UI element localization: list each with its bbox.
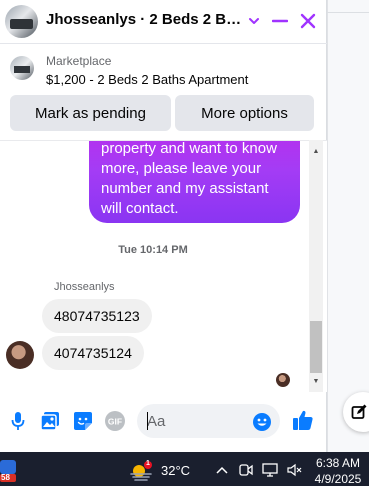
thumbs-up-icon[interactable] bbox=[292, 409, 314, 431]
weather-badge: 1 bbox=[146, 460, 150, 467]
listing-actions: Mark as pending More options bbox=[0, 92, 327, 136]
compose-icon bbox=[351, 404, 367, 419]
chat-window: Jhosseanlys · 2 Beds 2 Bat… Marketplace … bbox=[0, 0, 327, 452]
sticker-icon[interactable] bbox=[72, 410, 94, 432]
photo-icon[interactable] bbox=[39, 410, 61, 432]
chat-header: Jhosseanlys · 2 Beds 2 Bat… bbox=[0, 0, 327, 44]
clock-date[interactable]: 4/9/2025 bbox=[310, 472, 366, 486]
chevron-down-icon[interactable] bbox=[242, 9, 266, 33]
chat-title[interactable]: Jhosseanlys · 2 Beds 2 Bat… bbox=[46, 11, 246, 28]
close-icon[interactable] bbox=[296, 9, 320, 33]
message-composer: GIF bbox=[0, 398, 327, 446]
system-taskbar: 58 1 32°C 6:38 AM 4/9/2025 bbox=[0, 452, 369, 486]
listing-thumbnail bbox=[10, 56, 34, 80]
chevron-up-icon[interactable] bbox=[214, 462, 230, 478]
app-badge-count: 58 bbox=[1, 473, 10, 482]
background-page bbox=[327, 0, 369, 452]
outgoing-message: property and want to know more, please l… bbox=[89, 141, 300, 223]
scroll-up-arrow-icon[interactable]: ▲ bbox=[309, 146, 323, 156]
message-scrollbar[interactable]: ▲ ▼ bbox=[309, 140, 323, 392]
speaker-muted-icon[interactable] bbox=[286, 462, 302, 478]
meet-now-icon[interactable] bbox=[238, 462, 254, 478]
mark-as-pending-button[interactable]: Mark as pending bbox=[10, 95, 171, 131]
sender-avatar[interactable] bbox=[6, 341, 34, 369]
incoming-message: 4074735124 bbox=[42, 336, 144, 370]
network-icon[interactable] bbox=[262, 462, 278, 478]
screen: Jhosseanlys · 2 Beds 2 Bat… Marketplace … bbox=[0, 0, 369, 486]
more-options-button[interactable]: More options bbox=[175, 95, 314, 131]
listing-summary: $1,200 - 2 Beds 2 Baths Apartment bbox=[46, 72, 249, 87]
background-divider bbox=[327, 12, 369, 13]
message-thread[interactable]: property and want to know more, please l… bbox=[0, 140, 327, 392]
incoming-message: 48074735123 bbox=[42, 299, 152, 333]
taskbar-app-button[interactable]: 58 bbox=[0, 458, 16, 482]
clock-time[interactable]: 6:38 AM bbox=[310, 456, 366, 470]
emoji-icon[interactable] bbox=[252, 412, 272, 432]
microphone-icon[interactable] bbox=[7, 410, 29, 432]
marketplace-label: Marketplace bbox=[46, 54, 112, 68]
temperature-label[interactable]: 32°C bbox=[161, 463, 190, 478]
message-timestamp: Tue 10:14 PM bbox=[118, 244, 188, 256]
sender-name: Jhosseanlys bbox=[54, 281, 115, 293]
weather-icon[interactable]: 1 bbox=[129, 460, 153, 481]
listing-avatar[interactable] bbox=[5, 5, 38, 38]
text-cursor bbox=[147, 412, 148, 430]
gif-icon[interactable]: GIF bbox=[104, 410, 126, 432]
scroll-thumb[interactable] bbox=[310, 321, 322, 373]
marketplace-listing[interactable]: Marketplace $1,200 - 2 Beds 2 Baths Apar… bbox=[0, 44, 327, 92]
seen-indicator-avatar bbox=[276, 373, 290, 387]
scroll-down-arrow-icon[interactable]: ▼ bbox=[309, 376, 323, 386]
svg-text:GIF: GIF bbox=[108, 417, 122, 427]
minimize-icon[interactable] bbox=[268, 9, 292, 33]
